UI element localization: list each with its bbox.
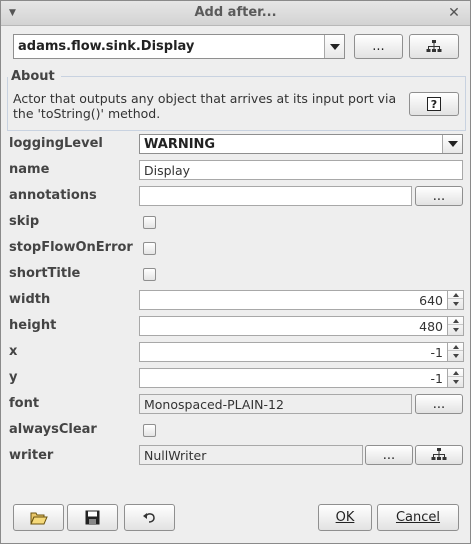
y-label: y xyxy=(9,370,18,385)
annotations-label: annotations xyxy=(9,188,97,203)
x-field[interactable]: -1 xyxy=(139,342,448,362)
class-selector-value: adams.flow.sink.Display xyxy=(18,39,195,54)
save-icon xyxy=(85,510,100,525)
y-spinner[interactable] xyxy=(448,368,464,388)
window-title: Add after... xyxy=(194,5,277,20)
name-value: Display xyxy=(144,162,191,178)
svg-text:?: ? xyxy=(431,98,437,111)
spinner-down-icon[interactable] xyxy=(448,352,463,360)
spinner-down-icon[interactable] xyxy=(448,326,463,334)
tree-view-button[interactable] xyxy=(409,34,459,59)
logging-level-value: WARNING xyxy=(144,136,216,152)
height-field[interactable]: 480 xyxy=(139,316,448,336)
width-label: width xyxy=(9,292,51,307)
y-field[interactable]: -1 xyxy=(139,368,448,388)
undo-button[interactable] xyxy=(124,504,175,531)
height-value: 480 xyxy=(419,318,443,334)
spinner-down-icon[interactable] xyxy=(448,300,463,308)
x-label: x xyxy=(9,344,18,359)
help-button[interactable]: ? xyxy=(409,92,459,116)
skip-label: skip xyxy=(9,214,40,229)
writer-label: writer xyxy=(9,448,54,463)
y-value: -1 xyxy=(430,370,443,386)
add-after-dialog: ▼ Add after... ✕ adams.flow.sink.Display… xyxy=(0,0,471,544)
logging-level-combo[interactable]: WARNING xyxy=(139,134,463,154)
browse-class-label: ... xyxy=(372,39,385,54)
width-spinner[interactable] xyxy=(448,290,464,310)
writer-button-label: ... xyxy=(382,447,396,463)
name-label: name xyxy=(9,162,50,177)
spinner-down-icon[interactable] xyxy=(448,378,463,386)
height-spinner[interactable] xyxy=(448,316,464,336)
writer-edit-button[interactable]: ... xyxy=(365,445,413,465)
font-edit-button[interactable]: ... xyxy=(415,394,463,414)
annotations-edit-button[interactable]: ... xyxy=(415,186,463,206)
spinner-up-icon[interactable] xyxy=(448,343,463,351)
cancel-button[interactable]: Cancel xyxy=(377,504,459,531)
open-button[interactable] xyxy=(13,504,64,531)
about-divider xyxy=(61,76,466,77)
chevron-down-icon[interactable] xyxy=(324,35,344,58)
save-button[interactable] xyxy=(67,504,118,531)
writer-field: NullWriter xyxy=(139,445,363,465)
width-value: 640 xyxy=(419,292,443,308)
browse-class-button[interactable]: ... xyxy=(354,34,403,59)
tree-icon xyxy=(431,448,447,460)
annotations-button-label: ... xyxy=(432,188,446,204)
ok-button-label: OK xyxy=(335,510,355,525)
chevron-down-icon[interactable] xyxy=(442,135,462,153)
always-clear-label: alwaysClear xyxy=(9,422,97,437)
width-field[interactable]: 640 xyxy=(139,290,448,310)
height-label: height xyxy=(9,318,57,333)
help-icon: ? xyxy=(427,97,441,111)
skip-checkbox[interactable] xyxy=(143,216,156,229)
close-icon[interactable]: ✕ xyxy=(446,4,462,22)
about-legend: About xyxy=(11,69,58,84)
annotations-field[interactable] xyxy=(139,186,412,206)
font-label: font xyxy=(9,396,40,411)
x-value: -1 xyxy=(430,344,443,360)
undo-icon xyxy=(143,513,155,523)
open-folder-icon xyxy=(29,512,48,524)
spinner-up-icon[interactable] xyxy=(448,291,463,299)
font-value: Monospaced-PLAIN-12 xyxy=(144,396,284,412)
always-clear-checkbox[interactable] xyxy=(143,424,156,437)
font-field: Monospaced-PLAIN-12 xyxy=(139,394,412,414)
cancel-button-label: Cancel xyxy=(395,510,441,525)
title-bar: ▼ Add after... ✕ xyxy=(1,1,470,26)
logging-level-label: loggingLevel xyxy=(9,136,103,151)
short-title-label: shortTitle xyxy=(9,266,81,281)
short-title-checkbox[interactable] xyxy=(143,268,156,281)
about-description: Actor that outputs any object that arriv… xyxy=(13,91,397,121)
writer-value: NullWriter xyxy=(144,447,207,463)
spinner-up-icon[interactable] xyxy=(448,317,463,325)
x-spinner[interactable] xyxy=(448,342,464,362)
ok-button[interactable]: OK xyxy=(318,504,372,531)
tree-icon xyxy=(426,39,442,52)
writer-tree-button[interactable] xyxy=(415,445,463,465)
spinner-up-icon[interactable] xyxy=(448,369,463,377)
stop-flow-on-error-label: stopFlowOnError xyxy=(9,240,133,255)
stop-flow-on-error-checkbox[interactable] xyxy=(143,242,156,255)
font-button-label: ... xyxy=(432,396,446,412)
class-selector-combo[interactable]: adams.flow.sink.Display xyxy=(13,34,345,59)
name-field[interactable]: Display xyxy=(139,160,463,180)
